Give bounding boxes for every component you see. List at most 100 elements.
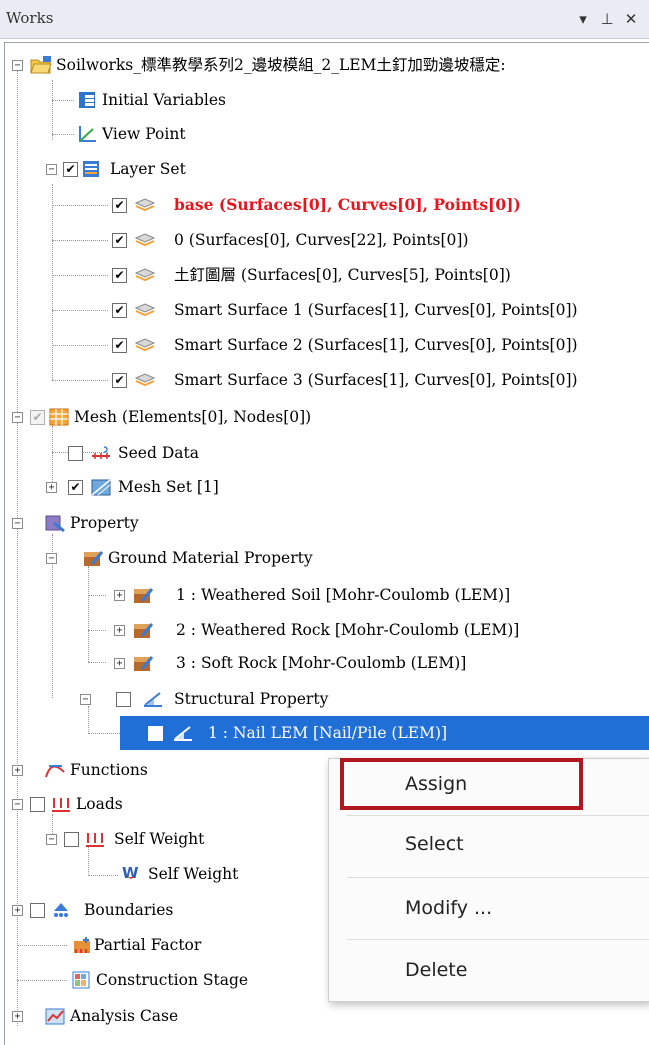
layer-checkbox[interactable]: ✔ bbox=[112, 198, 127, 213]
tree-item-mesh-set[interactable]: + ✔ Mesh Set [1] bbox=[0, 470, 400, 504]
expand-icon[interactable]: + bbox=[12, 1011, 23, 1022]
structural-property-icon bbox=[144, 692, 162, 707]
layer-icon bbox=[134, 338, 156, 352]
self-weight-checkbox[interactable] bbox=[64, 832, 79, 847]
expand-icon[interactable]: + bbox=[46, 482, 57, 493]
self-weight-icon: W bbox=[122, 864, 139, 882]
layer-set-icon bbox=[83, 161, 99, 177]
boundaries-icon bbox=[54, 903, 68, 917]
tree-item-layer[interactable]: ✔ 土釘圖層 (Surfaces[0], Curves[5], Points[0… bbox=[0, 258, 649, 292]
panel-titlebar: Works ▾ ⊥ ✕ bbox=[0, 0, 649, 39]
menu-item-select[interactable]: Select bbox=[329, 819, 649, 873]
tree-item-construction-stage[interactable]: Construction Stage bbox=[0, 963, 320, 997]
tree-item-layer[interactable]: ✔ base (Surfaces[0], Curves[0], Points[0… bbox=[0, 188, 649, 222]
tree-item-self-weight[interactable]: W Self Weight bbox=[0, 857, 320, 891]
tree-item-material[interactable]: + 2 : Weathered Rock [Mohr-Coulomb (LEM)… bbox=[0, 613, 600, 647]
expand-icon[interactable]: + bbox=[114, 590, 125, 601]
mesh-set-icon bbox=[91, 479, 111, 496]
tree-item-view-point[interactable]: View Point bbox=[0, 117, 400, 151]
tree-item-nail-selected[interactable]: 1 : Nail LEM [Nail/Pile (LEM)] bbox=[120, 716, 649, 750]
seed-data-icon bbox=[92, 446, 110, 459]
property-icon bbox=[45, 515, 65, 533]
layer-checkbox[interactable]: ✔ bbox=[112, 268, 127, 283]
close-icon[interactable]: ✕ bbox=[620, 8, 642, 30]
tree-item-layer[interactable]: ✔ Smart Surface 3 (Surfaces[1], Curves[0… bbox=[0, 363, 649, 397]
functions-icon bbox=[45, 765, 65, 778]
layer-icon bbox=[134, 373, 156, 387]
layer-checkbox[interactable]: ✔ bbox=[112, 373, 127, 388]
collapse-icon[interactable]: − bbox=[46, 164, 57, 175]
material-icon bbox=[134, 588, 154, 603]
tree-item-material[interactable]: + 1 : Weathered Soil [Mohr-Coulomb (LEM)… bbox=[0, 578, 600, 612]
menu-separator bbox=[347, 815, 649, 816]
tree-item-mesh[interactable]: − ✔ Mesh (Elements[0], Nodes[0]) bbox=[0, 400, 400, 434]
structural-property-checkbox[interactable] bbox=[116, 692, 131, 707]
tree-item-ground-material-property[interactable]: − Ground Material Property bbox=[0, 541, 450, 575]
tree-item-structural-property[interactable]: − Structural Property bbox=[0, 682, 450, 716]
expand-icon[interactable]: + bbox=[114, 625, 125, 636]
mesh-checkbox[interactable]: ✔ bbox=[30, 410, 45, 425]
material-icon bbox=[134, 623, 154, 638]
collapse-icon[interactable]: − bbox=[46, 553, 57, 564]
construction-stage-icon bbox=[72, 971, 90, 989]
tree-item-analysis-case[interactable]: + Analysis Case bbox=[0, 999, 320, 1033]
collapse-icon[interactable]: − bbox=[12, 518, 23, 529]
layer-icon bbox=[134, 268, 156, 282]
analysis-case-icon bbox=[45, 1008, 65, 1025]
loads-icon bbox=[52, 798, 70, 812]
partial-factor-icon bbox=[74, 937, 90, 953]
menu-item-delete[interactable]: Delete bbox=[329, 945, 649, 999]
loads-checkbox[interactable] bbox=[30, 797, 45, 812]
material-icon bbox=[84, 551, 104, 566]
layer-icon bbox=[134, 303, 156, 317]
table-icon bbox=[79, 92, 95, 108]
collapse-icon[interactable]: − bbox=[12, 60, 23, 71]
dropdown-icon[interactable]: ▾ bbox=[572, 8, 594, 30]
nail-icon bbox=[174, 726, 192, 741]
tree-item-material[interactable]: + 3 : Soft Rock [Mohr-Coulomb (LEM)] bbox=[0, 646, 600, 680]
loads-icon bbox=[86, 833, 104, 847]
layer-set-checkbox[interactable]: ✔ bbox=[63, 162, 78, 177]
tree-item-functions[interactable]: + Functions bbox=[0, 753, 320, 787]
tree-item-property[interactable]: − Property bbox=[0, 506, 400, 540]
tree-root-node[interactable]: − Soilworks_標準教學系列2_邊坡模組_2_LEM土釘加勁邊坡穩定: bbox=[0, 48, 649, 82]
pin-icon[interactable]: ⊥ bbox=[596, 8, 618, 30]
nail-checkbox[interactable] bbox=[148, 726, 163, 741]
collapse-icon[interactable]: − bbox=[12, 412, 23, 423]
collapse-icon[interactable]: − bbox=[80, 694, 91, 705]
menu-separator bbox=[347, 877, 649, 878]
menu-item-modify[interactable]: Modify ... bbox=[329, 883, 649, 937]
assign-highlight-box bbox=[340, 758, 583, 810]
tree-item-boundaries[interactable]: + Boundaries bbox=[0, 893, 320, 927]
axis-icon bbox=[79, 126, 96, 142]
tree-item-layer[interactable]: ✔ Smart Surface 1 (Surfaces[1], Curves[0… bbox=[0, 293, 649, 327]
mesh-icon bbox=[49, 408, 69, 426]
layer-icon bbox=[134, 198, 156, 212]
layer-checkbox[interactable]: ✔ bbox=[112, 338, 127, 353]
layer-checkbox[interactable]: ✔ bbox=[112, 303, 127, 318]
collapse-icon[interactable]: − bbox=[12, 799, 23, 810]
works-panel: Works ▾ ⊥ ✕ − Soilworks_標準教學系列2_邊坡模組_2_L… bbox=[0, 0, 649, 1045]
panel-title: Works bbox=[6, 9, 54, 27]
expand-icon[interactable]: + bbox=[12, 765, 23, 776]
collapse-icon[interactable]: − bbox=[46, 834, 57, 845]
tree-item-layer[interactable]: ✔ Smart Surface 2 (Surfaces[1], Curves[0… bbox=[0, 328, 649, 362]
tree-item-loads[interactable]: − Loads bbox=[0, 787, 320, 821]
tree-item-self-weight-group[interactable]: − Self Weight bbox=[0, 822, 320, 856]
tree-item-initial-variables[interactable]: Initial Variables bbox=[0, 83, 400, 117]
svg-text:W: W bbox=[122, 864, 139, 882]
seed-data-checkbox[interactable] bbox=[68, 446, 83, 461]
tree-item-layer-set[interactable]: − ✔ Layer Set bbox=[0, 152, 400, 186]
expand-icon[interactable]: + bbox=[12, 905, 23, 916]
project-name: Soilworks_標準教學系列2_邊坡模組_2_LEM土釘加勁邊坡穩定: bbox=[56, 56, 506, 74]
expand-icon[interactable]: + bbox=[114, 658, 125, 669]
tree-item-seed-data[interactable]: Seed Data bbox=[0, 436, 400, 470]
layer-icon bbox=[134, 233, 156, 247]
project-folder-icon bbox=[30, 56, 52, 74]
mesh-set-checkbox[interactable]: ✔ bbox=[68, 480, 83, 495]
tree-item-partial-factor[interactable]: Partial Factor bbox=[0, 928, 320, 962]
boundaries-checkbox[interactable] bbox=[30, 903, 45, 918]
layer-checkbox[interactable]: ✔ bbox=[112, 233, 127, 248]
tree-item-layer[interactable]: ✔ 0 (Surfaces[0], Curves[22], Points[0]) bbox=[0, 223, 649, 257]
material-icon bbox=[134, 656, 154, 671]
